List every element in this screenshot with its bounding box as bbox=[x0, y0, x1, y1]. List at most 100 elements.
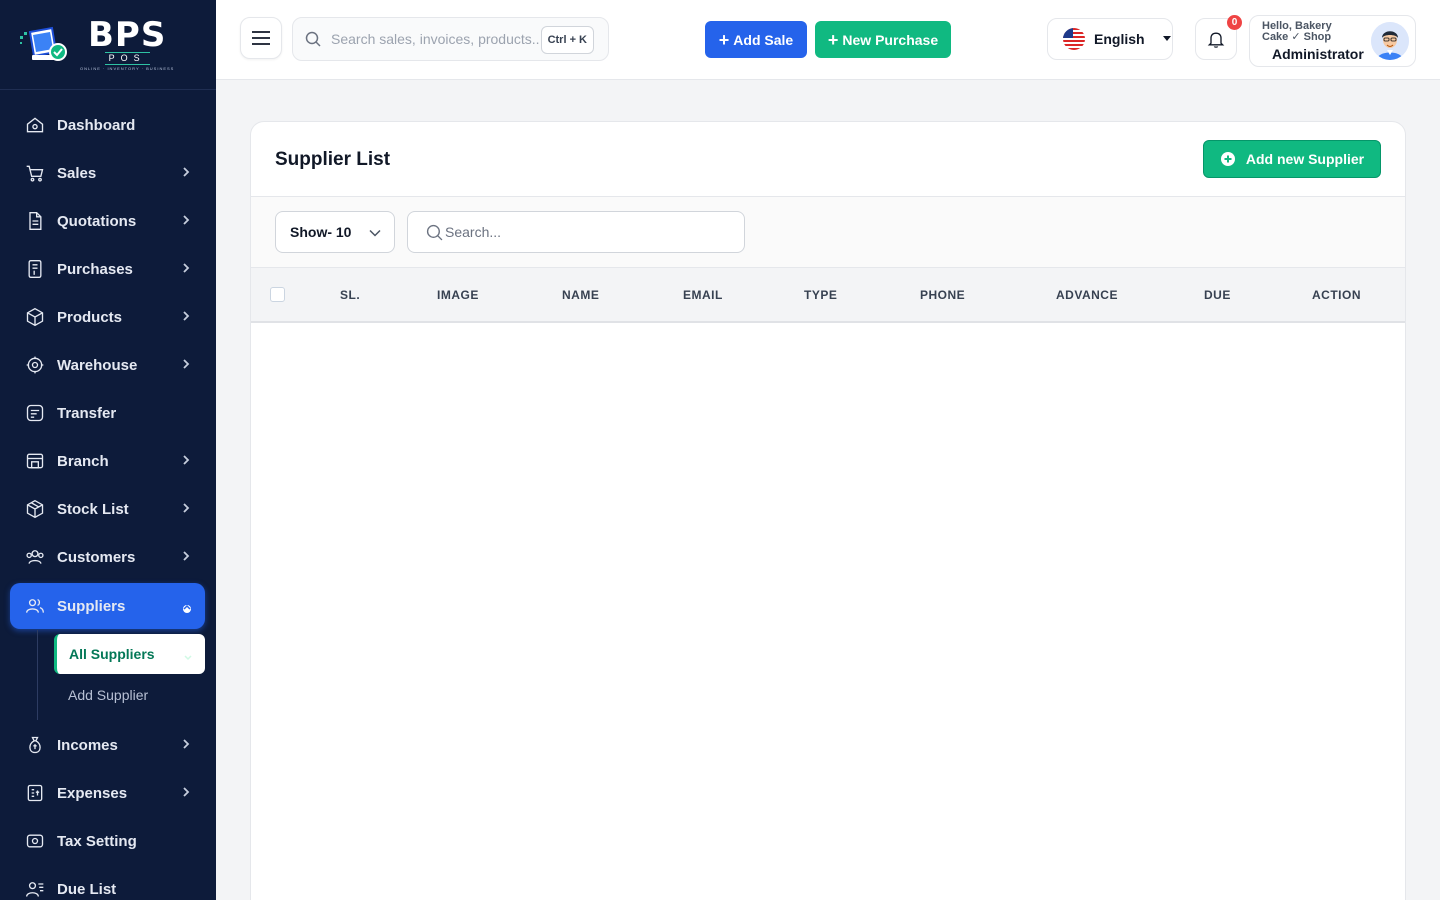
warehouse-icon bbox=[24, 354, 46, 376]
sidebar-item-label: Expenses bbox=[57, 784, 128, 802]
chevron-right-icon bbox=[179, 501, 193, 515]
chevron-down-icon bbox=[369, 229, 381, 237]
notification-count-badge: 0 bbox=[1227, 15, 1242, 30]
sidebar-item-suppliers[interactable]: Suppliers bbox=[10, 583, 205, 629]
sidebar-item-purchases[interactable]: Purchases bbox=[10, 246, 205, 292]
brand-sub: POS bbox=[104, 52, 150, 65]
sidebar-item-tax-setting[interactable]: Tax Setting bbox=[10, 818, 205, 864]
sidebar-item-customers[interactable]: Customers bbox=[10, 534, 205, 580]
search-placeholder: Search sales, invoices, products... bbox=[331, 31, 539, 47]
sidebar-item-label: Warehouse bbox=[57, 356, 138, 374]
language-selector[interactable]: English bbox=[1047, 18, 1173, 60]
plus-circle-icon bbox=[1220, 152, 1235, 166]
top-bar: Search sales, invoices, products... Ctrl… bbox=[216, 0, 1440, 80]
document-icon bbox=[24, 210, 46, 232]
sidebar-item-label: Quotations bbox=[57, 212, 137, 230]
card-header: Supplier List Add new Supplier bbox=[251, 122, 1405, 197]
user-avatar-icon bbox=[1371, 22, 1409, 60]
add-new-supplier-label: Add new Supplier bbox=[1245, 151, 1365, 167]
column-header-advance[interactable]: ADVANCE bbox=[1056, 288, 1118, 302]
submenu-item-label: All Suppliers bbox=[69, 646, 155, 662]
submenu-item-add-supplier[interactable]: Add Supplier bbox=[54, 675, 205, 715]
hamburger-icon bbox=[252, 31, 270, 45]
sidebar-item-quotations[interactable]: Quotations bbox=[10, 198, 205, 244]
keyboard-shortcut: Ctrl + K bbox=[540, 26, 594, 54]
page-size-value: Show- 10 bbox=[290, 224, 352, 240]
sidebar-item-due-list[interactable]: Due List bbox=[10, 866, 205, 900]
store-icon bbox=[24, 450, 46, 472]
sidebar-item-branch[interactable]: Branch bbox=[10, 438, 205, 484]
notifications-button[interactable]: 0 bbox=[1195, 15, 1242, 60]
select-all-checkbox[interactable] bbox=[270, 287, 285, 302]
table-body bbox=[251, 323, 1405, 883]
sidebar-item-label: Dashboard bbox=[57, 116, 136, 134]
column-header-email[interactable]: EMAIL bbox=[683, 288, 723, 302]
menu-toggle-button[interactable] bbox=[240, 17, 282, 59]
column-header-type[interactable]: TYPE bbox=[804, 288, 837, 302]
table-search-input[interactable] bbox=[445, 224, 725, 240]
sidebar-item-incomes[interactable]: Incomes bbox=[10, 722, 205, 768]
user-list-icon bbox=[24, 878, 46, 900]
transfer-icon bbox=[24, 402, 46, 424]
chevron-right-icon bbox=[179, 453, 193, 467]
supplier-list-card: Supplier List Add new Supplier Show- 10 … bbox=[250, 121, 1406, 900]
brand-logo[interactable]: BPS POS ONLINE · INVENTORY · BUSINESS bbox=[0, 0, 216, 90]
column-header-due[interactable]: DUE bbox=[1204, 288, 1231, 302]
table-search bbox=[407, 211, 745, 253]
bell-icon bbox=[1207, 32, 1225, 48]
pos-terminal-icon bbox=[18, 22, 74, 68]
submenu-guide-line bbox=[37, 630, 38, 720]
user-role: Administrator bbox=[1272, 46, 1364, 62]
package-icon bbox=[24, 498, 46, 520]
cart-icon bbox=[24, 162, 46, 184]
column-header-sl[interactable]: SL. bbox=[340, 288, 360, 302]
chevron-right-icon bbox=[179, 309, 193, 323]
user-group-icon bbox=[24, 595, 46, 617]
sidebar-item-expenses[interactable]: Expenses bbox=[10, 770, 205, 816]
submenu-item-all-suppliers[interactable]: All Suppliers bbox=[54, 634, 205, 674]
add-new-supplier-button[interactable]: Add new Supplier bbox=[1203, 140, 1381, 178]
add-sale-label: Add Sale bbox=[733, 31, 794, 48]
sidebar-item-label: Sales bbox=[57, 164, 97, 182]
avatar bbox=[1371, 22, 1409, 60]
sidebar-item-label: Products bbox=[57, 308, 123, 326]
sidebar-item-sales[interactable]: Sales bbox=[10, 150, 205, 196]
sidebar-item-transfer[interactable]: Transfer bbox=[10, 390, 205, 436]
table-header: SL. IMAGE NAME EMAIL TYPE PHONE ADVANCE … bbox=[251, 268, 1405, 323]
caret-down-icon bbox=[1162, 36, 1171, 41]
home-icon bbox=[24, 114, 46, 136]
column-header-phone[interactable]: PHONE bbox=[920, 288, 965, 302]
new-purchase-button[interactable]: + New Purchase bbox=[815, 21, 951, 58]
page-size-select[interactable]: Show- 10 bbox=[275, 211, 395, 253]
chevron-right-icon bbox=[179, 213, 193, 227]
sidebar-item-label: Suppliers bbox=[57, 597, 126, 615]
receipt-icon bbox=[24, 258, 46, 280]
chevron-right-icon bbox=[179, 785, 193, 799]
plus-icon: + bbox=[718, 29, 730, 50]
new-purchase-label: New Purchase bbox=[842, 31, 939, 48]
sidebar-item-label: Branch bbox=[57, 452, 109, 470]
language-label: English bbox=[1094, 31, 1145, 47]
sidebar-item-warehouse[interactable]: Warehouse bbox=[10, 342, 205, 388]
sidebar-item-label: Purchases bbox=[57, 260, 133, 278]
global-search-input[interactable]: Search sales, invoices, products... Ctrl… bbox=[292, 17, 609, 61]
chevron-right-icon bbox=[179, 549, 193, 563]
us-flag-icon bbox=[1063, 28, 1085, 50]
sidebar-item-label: Incomes bbox=[57, 736, 118, 754]
sidebar-item-stock-list[interactable]: Stock List bbox=[10, 486, 205, 532]
add-sale-button[interactable]: + Add Sale bbox=[705, 21, 807, 58]
chevron-right-icon bbox=[179, 357, 193, 371]
brand-tagline: ONLINE · INVENTORY · BUSINESS bbox=[80, 66, 175, 71]
sidebar-item-products[interactable]: Products bbox=[10, 294, 205, 340]
sidebar-item-dashboard[interactable]: Dashboard bbox=[10, 102, 205, 148]
submenu-item-label: Add Supplier bbox=[68, 687, 149, 703]
user-menu[interactable]: Hello, Bakery Cake ✓ Shop Administrator bbox=[1249, 15, 1416, 67]
chevron-right-icon bbox=[179, 165, 193, 179]
column-header-name[interactable]: NAME bbox=[562, 288, 599, 302]
expanded-indicator-icon bbox=[182, 601, 192, 613]
page-title: Supplier List bbox=[275, 149, 391, 170]
column-header-action[interactable]: ACTION bbox=[1312, 288, 1361, 302]
user-greeting: Hello, Bakery Cake ✓ Shop bbox=[1262, 20, 1332, 43]
column-header-image[interactable]: IMAGE bbox=[437, 288, 479, 302]
plus-icon: + bbox=[827, 29, 839, 50]
